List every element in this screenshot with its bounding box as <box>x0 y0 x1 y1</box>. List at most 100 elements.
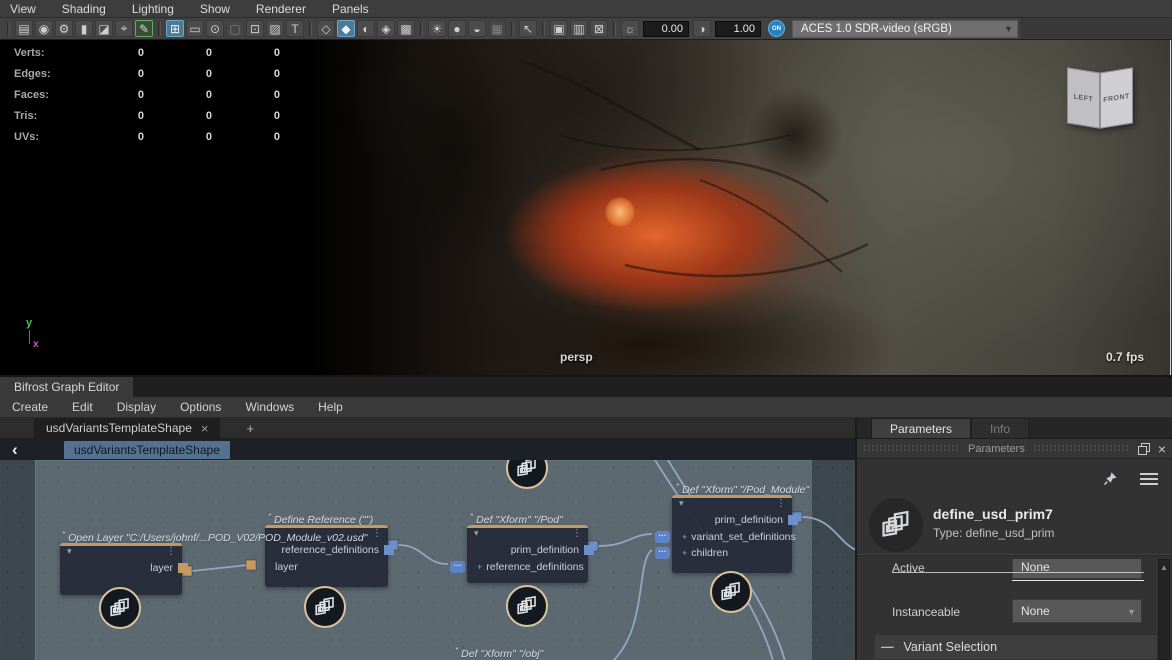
view-cube-left-face[interactable]: LEFT <box>1067 67 1100 128</box>
hamburger-menu-icon[interactable] <box>1140 473 1158 485</box>
node-port-row[interactable]: reference_definitions <box>265 542 388 559</box>
node-menu-icon[interactable]: ⋮ <box>372 528 382 539</box>
scrollbar[interactable]: ▲ <box>1158 559 1170 660</box>
tab-info[interactable]: Info <box>971 418 1029 438</box>
pin-icon[interactable] <box>1103 471 1118 486</box>
wireframe-cube-icon[interactable]: ◇ <box>317 20 335 37</box>
graph-node[interactable]: ▾ ⋮ prim_definition+variant_set_definition… <box>672 495 792 573</box>
add-tab-button[interactable]: + <box>246 421 254 436</box>
output-port[interactable] <box>384 545 394 555</box>
gamma-field[interactable]: 1.00 <box>715 21 761 37</box>
breadcrumb-back-chevron-icon[interactable]: ‹ <box>0 443 54 457</box>
view-cube-front-face[interactable]: FRONT <box>1100 67 1133 128</box>
output-port[interactable] <box>178 563 188 573</box>
add-port-icon[interactable]: + <box>682 532 687 542</box>
node-compound-icon[interactable] <box>99 587 141 629</box>
bookmark-icon[interactable]: ▮ <box>75 20 93 37</box>
menu-shading[interactable]: Shading <box>62 2 106 16</box>
pan-zoom-icon[interactable]: ⌖ <box>115 20 133 37</box>
menu-display[interactable]: Display <box>117 400 156 414</box>
select-cursor-icon[interactable]: ↖ <box>519 20 537 37</box>
field-chart-icon[interactable]: ⊡ <box>246 20 264 37</box>
gate-mask-icon[interactable]: ▢ <box>226 20 244 37</box>
checker-icon[interactable]: ▩ <box>397 20 415 37</box>
node-expand-icon[interactable]: ▾ <box>679 498 684 509</box>
menu-create[interactable]: Create <box>12 400 48 414</box>
duplicate-view-icon[interactable]: ▥ <box>570 20 588 37</box>
motion-blur-icon[interactable]: ▦ <box>488 20 506 37</box>
popout-icon[interactable] <box>1138 443 1150 455</box>
node-compound-icon[interactable] <box>304 586 346 628</box>
node-port-row[interactable]: +children··· <box>672 545 792 562</box>
isolate-select-icon[interactable]: ▣ <box>550 20 568 37</box>
output-port[interactable] <box>584 545 594 555</box>
shadows-icon[interactable]: ● <box>448 20 466 37</box>
zoom-region-icon[interactable]: ⊠ <box>590 20 608 37</box>
variant-selection-section[interactable]: — Variant Selection <box>875 635 1157 659</box>
camera-attributes-icon[interactable]: ⚙ <box>55 20 73 37</box>
image-plane-icon[interactable]: ◪ <box>95 20 113 37</box>
camera-lock-icon[interactable]: ◉ <box>35 20 53 37</box>
node-port-row[interactable]: layer <box>265 559 388 576</box>
add-port-icon[interactable]: + <box>682 548 687 558</box>
menu-help[interactable]: Help <box>318 400 343 414</box>
grease-pencil-icon[interactable]: ✎ <box>135 20 153 37</box>
materials-icon[interactable]: ◈ <box>377 20 395 37</box>
node-port-row[interactable]: prim_definition <box>467 542 588 559</box>
output-port[interactable] <box>788 515 798 525</box>
film-gate-icon[interactable]: ▭ <box>186 20 204 37</box>
node-graph-canvas[interactable]: *Open Layer "C:/Users/johnf/...POD_V02/P… <box>0 460 855 660</box>
resolution-gate-icon[interactable]: ⊙ <box>206 20 224 37</box>
drag-texture-right[interactable] <box>1033 444 1130 453</box>
colorspace-toggle[interactable]: ON <box>768 20 785 37</box>
multi-input-port[interactable]: ··· <box>655 531 670 543</box>
contrast-icon[interactable]: ◑ <box>693 20 711 37</box>
node-menu-icon[interactable]: ⋮ <box>776 498 786 509</box>
camera-icon[interactable]: ▤ <box>15 20 33 37</box>
menu-renderer[interactable]: Renderer <box>256 2 306 16</box>
node-expand-icon[interactable]: ▾ <box>67 546 72 557</box>
node-menu-icon[interactable]: ⋮ <box>166 546 176 557</box>
scroll-up-icon[interactable]: ▲ <box>1160 563 1168 572</box>
view-cube[interactable]: LEFT FRONT <box>1062 62 1138 138</box>
node-port-row[interactable]: prim_definition <box>672 512 792 529</box>
bifrost-panel-title[interactable]: Bifrost Graph Editor <box>0 377 133 397</box>
menu-windows[interactable]: Windows <box>245 400 294 414</box>
exposure-icon[interactable]: ☼ <box>621 20 639 37</box>
menu-lighting[interactable]: Lighting <box>132 2 174 16</box>
add-port-icon[interactable]: + <box>477 562 482 572</box>
graph-node[interactable]: ▾ ⋮ prim_definition+reference_definitions·… <box>467 525 588 583</box>
menu-show[interactable]: Show <box>200 2 230 16</box>
collapse-icon[interactable]: — <box>881 640 894 654</box>
grid-icon[interactable]: ⊞ <box>166 20 184 37</box>
safe-action-icon[interactable]: ▨ <box>266 20 284 37</box>
use-all-lights-icon[interactable]: ☀ <box>428 20 446 37</box>
ambient-occlusion-icon[interactable]: ◒ <box>468 20 486 37</box>
node-compound-icon[interactable] <box>506 585 548 627</box>
active-dropdown[interactable]: None <box>1012 559 1142 579</box>
node-menu-icon[interactable]: ⋮ <box>572 528 582 539</box>
menu-edit[interactable]: Edit <box>72 400 93 414</box>
instanceable-dropdown[interactable]: None ▼ <box>1012 599 1142 623</box>
textured-icon[interactable]: ◐ <box>357 20 375 37</box>
viewport-canvas[interactable]: Verts:000 Edges:000 Faces:000 Tris:000 U… <box>0 40 1172 375</box>
exposure-field[interactable]: 0.00 <box>643 21 689 37</box>
node-port-row[interactable]: +reference_definitions··· <box>467 559 588 576</box>
node-port-row[interactable]: layer <box>60 560 182 577</box>
drag-texture-left[interactable] <box>863 444 960 453</box>
menu-panels[interactable]: Panels <box>332 2 369 16</box>
node-expand-icon[interactable]: ▾ <box>474 528 479 539</box>
tab-parameters[interactable]: Parameters <box>871 418 971 438</box>
node-port-row[interactable]: +variant_set_definitions··· <box>672 529 792 546</box>
close-icon[interactable]: × <box>1158 444 1166 454</box>
shaded-cube-icon[interactable]: ◆ <box>337 20 355 37</box>
tab-close-icon[interactable]: × <box>201 421 209 436</box>
node-compound-icon[interactable] <box>710 571 752 613</box>
menu-view[interactable]: View <box>10 2 36 16</box>
multi-input-port[interactable]: ··· <box>655 547 670 559</box>
menu-options[interactable]: Options <box>180 400 221 414</box>
tab-usdvariantstemplateshape[interactable]: usdVariantsTemplateShape × <box>34 418 220 438</box>
multi-input-port[interactable]: ··· <box>450 561 465 573</box>
safe-title-icon[interactable]: T <box>286 20 304 37</box>
breadcrumb-item[interactable]: usdVariantsTemplateShape <box>64 441 230 459</box>
